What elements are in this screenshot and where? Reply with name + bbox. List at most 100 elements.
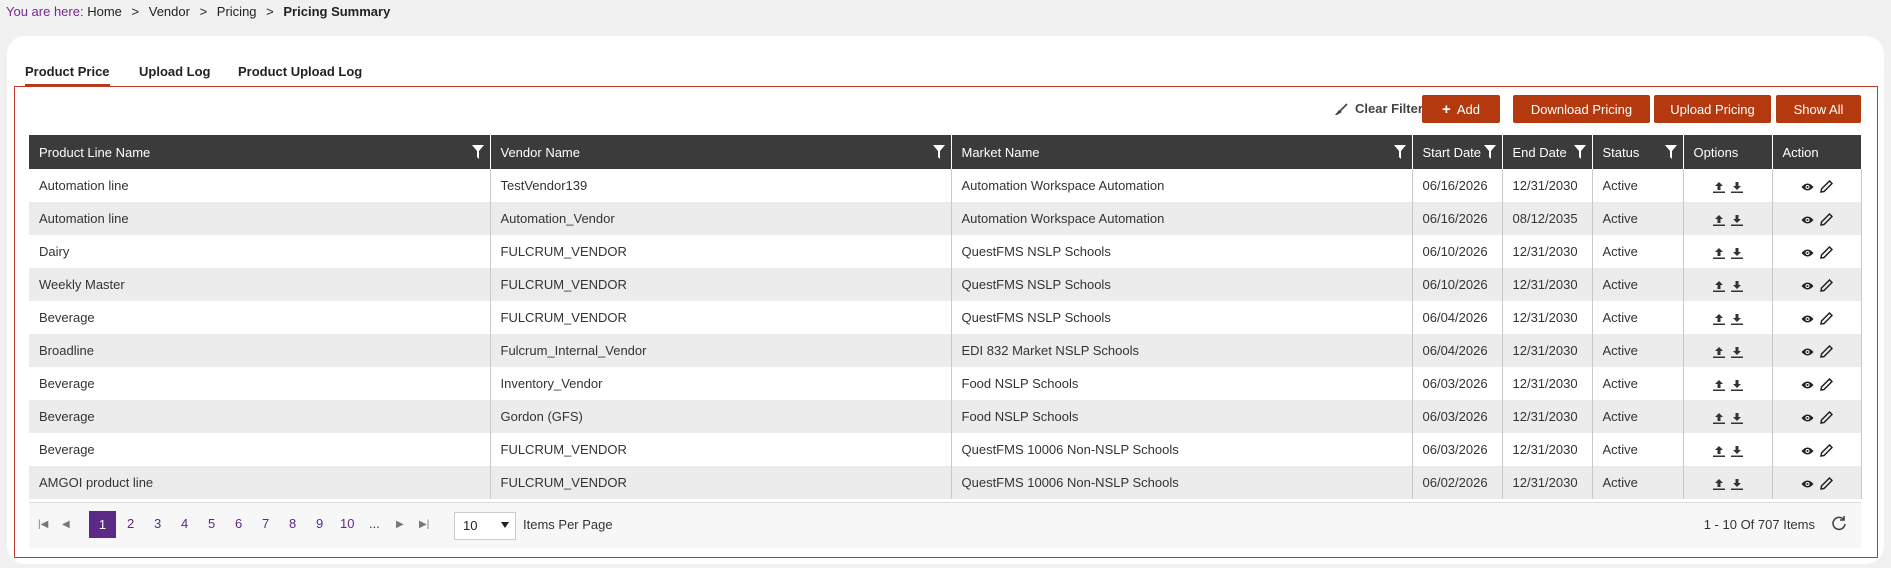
table-row[interactable]: Automation line Automation_Vendor Automati… bbox=[29, 202, 1862, 235]
download-icon[interactable] bbox=[1730, 346, 1743, 358]
breadcrumb-home[interactable]: Home bbox=[87, 4, 122, 19]
upload-icon[interactable] bbox=[1712, 313, 1725, 325]
prev-page-icon[interactable]: ◀ bbox=[62, 519, 70, 530]
view-icon[interactable] bbox=[1801, 347, 1814, 357]
page-number[interactable]: 3 bbox=[154, 516, 161, 531]
page-number-active[interactable]: 1 bbox=[89, 511, 116, 538]
vendor-cell: Fulcrum_Internal_Vendor bbox=[490, 334, 952, 367]
edit-icon[interactable] bbox=[1819, 378, 1833, 391]
first-page-icon[interactable]: |◀ bbox=[38, 519, 48, 530]
tab-upload-log[interactable]: Upload Log bbox=[139, 64, 211, 79]
page-number[interactable]: 8 bbox=[289, 516, 296, 531]
page-number[interactable]: 5 bbox=[208, 516, 215, 531]
filter-icon[interactable] bbox=[1483, 145, 1496, 159]
column-header-product-line[interactable]: Product Line Name bbox=[29, 135, 491, 169]
table-row[interactable]: Broadline Fulcrum_Internal_Vendor EDI 832 … bbox=[29, 334, 1862, 367]
tab-product-price[interactable]: Product Price bbox=[25, 64, 110, 86]
last-page-icon[interactable]: ▶| bbox=[419, 519, 429, 530]
start-date-cell: 06/04/2026 bbox=[1412, 301, 1503, 334]
column-header-end-date[interactable]: End Date bbox=[1502, 135, 1593, 169]
upload-icon[interactable] bbox=[1712, 412, 1725, 424]
upload-icon[interactable] bbox=[1712, 346, 1725, 358]
view-icon[interactable] bbox=[1801, 248, 1814, 258]
filter-icon[interactable] bbox=[1393, 145, 1406, 159]
download-icon[interactable] bbox=[1730, 412, 1743, 424]
table-row[interactable]: AMGOI product line FULCRUM_VENDOR QuestFMS… bbox=[29, 466, 1862, 499]
filter-icon[interactable] bbox=[1573, 145, 1586, 159]
breadcrumb-pricing[interactable]: Pricing bbox=[217, 4, 257, 19]
download-icon[interactable] bbox=[1730, 445, 1743, 457]
filter-icon[interactable] bbox=[932, 145, 945, 159]
view-icon[interactable] bbox=[1801, 446, 1814, 456]
next-page-icon[interactable]: ▶ bbox=[396, 519, 404, 530]
table-row[interactable]: Dairy FULCRUM_VENDOR QuestFMS NSLP Schools… bbox=[29, 235, 1862, 268]
edit-icon[interactable] bbox=[1819, 180, 1833, 193]
edit-icon[interactable] bbox=[1819, 312, 1833, 325]
items-per-page-select[interactable]: 10 bbox=[454, 512, 516, 540]
table-row[interactable]: Beverage FULCRUM_VENDOR QuestFMS NSLP Scho… bbox=[29, 301, 1862, 334]
edit-icon[interactable] bbox=[1819, 411, 1833, 424]
refresh-icon[interactable] bbox=[1831, 515, 1847, 531]
upload-icon[interactable] bbox=[1712, 181, 1725, 193]
table-row[interactable]: Beverage FULCRUM_VENDOR QuestFMS 10006 Non… bbox=[29, 433, 1862, 466]
status-cell: Active bbox=[1592, 268, 1684, 301]
upload-pricing-button[interactable]: Upload Pricing bbox=[1654, 95, 1771, 123]
upload-icon[interactable] bbox=[1712, 247, 1725, 259]
column-header-start-date[interactable]: Start Date bbox=[1412, 135, 1503, 169]
view-icon[interactable] bbox=[1801, 380, 1814, 390]
view-icon[interactable] bbox=[1801, 182, 1814, 192]
edit-icon[interactable] bbox=[1819, 246, 1833, 259]
upload-icon[interactable] bbox=[1712, 379, 1725, 391]
page-number[interactable]: 10 bbox=[340, 516, 354, 531]
view-icon[interactable] bbox=[1801, 215, 1814, 225]
table-row[interactable]: Weekly Master FULCRUM_VENDOR QuestFMS NSLP… bbox=[29, 268, 1862, 301]
page-number[interactable]: 6 bbox=[235, 516, 242, 531]
market-cell: QuestFMS NSLP Schools bbox=[951, 301, 1413, 334]
add-button[interactable]: + Add bbox=[1422, 95, 1500, 123]
page-number[interactable]: 2 bbox=[127, 516, 134, 531]
download-icon[interactable] bbox=[1730, 247, 1743, 259]
download-pricing-button[interactable]: Download Pricing bbox=[1513, 95, 1650, 123]
view-icon[interactable] bbox=[1801, 281, 1814, 291]
column-header-status[interactable]: Status bbox=[1592, 135, 1684, 169]
table-row[interactable]: Beverage Inventory_Vendor Food NSLP School… bbox=[29, 367, 1862, 400]
view-icon[interactable] bbox=[1801, 413, 1814, 423]
download-icon[interactable] bbox=[1730, 379, 1743, 391]
filter-icon[interactable] bbox=[1664, 145, 1677, 159]
edit-icon[interactable] bbox=[1819, 279, 1833, 292]
product-line-cell: Weekly Master bbox=[29, 268, 491, 301]
edit-icon[interactable] bbox=[1819, 444, 1833, 457]
download-icon[interactable] bbox=[1730, 280, 1743, 292]
show-all-button[interactable]: Show All bbox=[1776, 95, 1861, 123]
more-pages[interactable]: ... bbox=[369, 516, 380, 531]
upload-icon[interactable] bbox=[1712, 445, 1725, 457]
download-icon[interactable] bbox=[1730, 181, 1743, 193]
edit-icon[interactable] bbox=[1819, 345, 1833, 358]
download-icon[interactable] bbox=[1730, 313, 1743, 325]
clear-filter-button[interactable]: Clear Filter bbox=[1333, 101, 1423, 116]
upload-icon[interactable] bbox=[1712, 280, 1725, 292]
page-number[interactable]: 4 bbox=[181, 516, 188, 531]
edit-icon[interactable] bbox=[1819, 477, 1833, 490]
start-date-cell: 06/03/2026 bbox=[1412, 433, 1503, 466]
view-icon[interactable] bbox=[1801, 314, 1814, 324]
upload-icon[interactable] bbox=[1712, 478, 1725, 490]
column-label: Market Name bbox=[961, 144, 1040, 160]
breadcrumb-vendor[interactable]: Vendor bbox=[149, 4, 190, 19]
page-number[interactable]: 7 bbox=[262, 516, 269, 531]
table-row[interactable]: Beverage Gordon (GFS) Food NSLP Schools 06/… bbox=[29, 400, 1862, 433]
download-icon[interactable] bbox=[1730, 214, 1743, 226]
view-icon[interactable] bbox=[1801, 479, 1814, 489]
edit-icon[interactable] bbox=[1819, 213, 1833, 226]
download-icon[interactable] bbox=[1730, 478, 1743, 490]
page-number[interactable]: 9 bbox=[316, 516, 323, 531]
column-header-vendor[interactable]: Vendor Name bbox=[490, 135, 952, 169]
table-row[interactable]: Automation line TestVendor139 Automation W… bbox=[29, 169, 1862, 202]
upload-icon[interactable] bbox=[1712, 214, 1725, 226]
market-cell: EDI 832 Market NSLP Schools bbox=[951, 334, 1413, 367]
product-line-cell: Beverage bbox=[29, 301, 491, 334]
filter-icon[interactable] bbox=[471, 145, 484, 159]
column-header-market[interactable]: Market Name bbox=[951, 135, 1413, 169]
tab-product-upload-log[interactable]: Product Upload Log bbox=[238, 64, 362, 79]
column-label: Start Date bbox=[1422, 144, 1482, 160]
